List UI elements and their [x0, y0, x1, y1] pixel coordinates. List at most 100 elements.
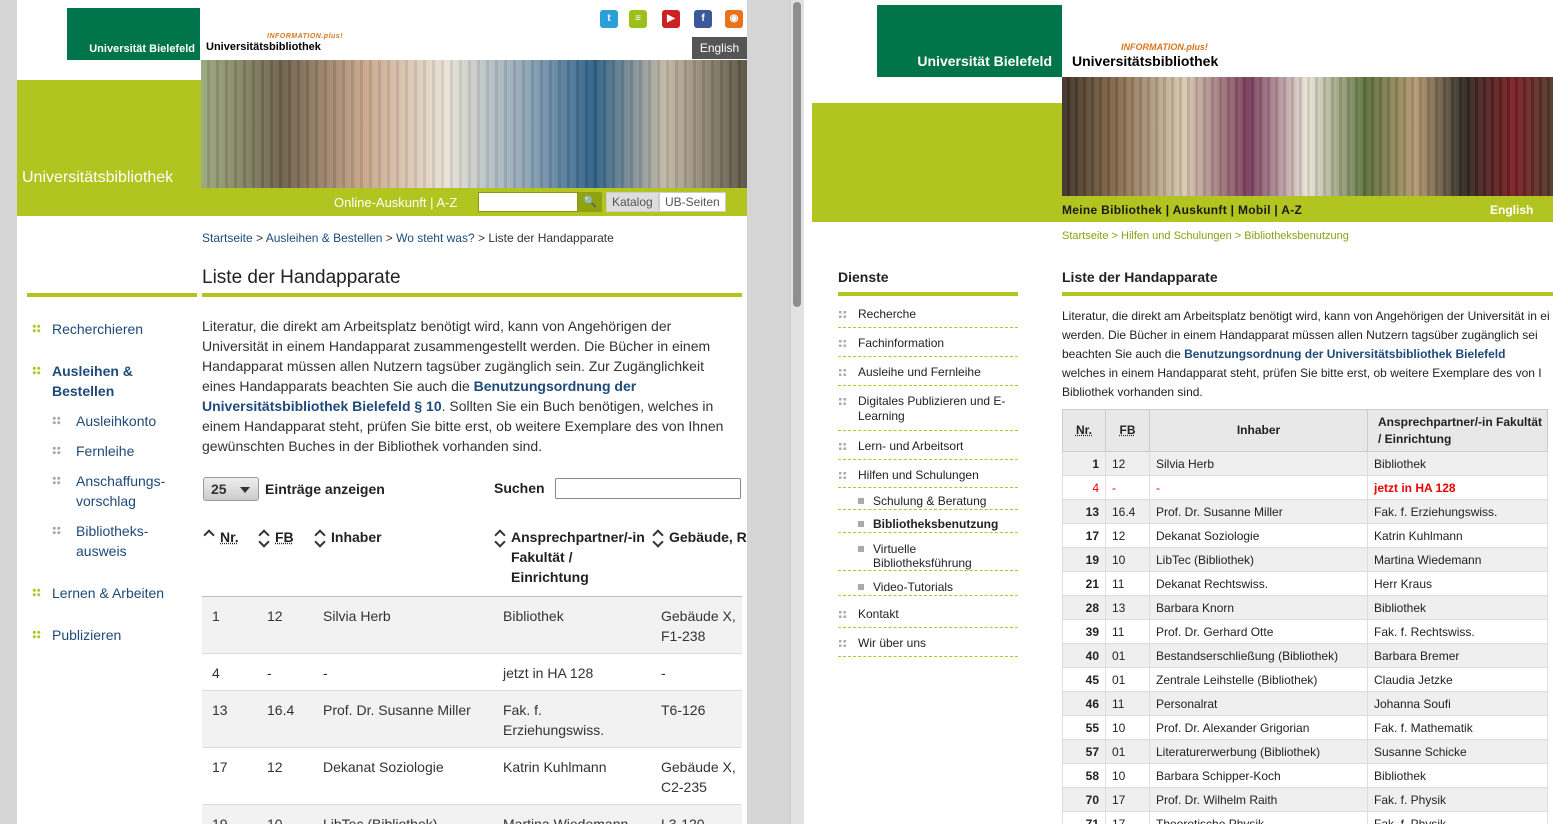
sidebar-subitem[interactable]: Schulung & Beratung	[838, 494, 1018, 510]
sidebar-item[interactable]: Bibliotheks-ausweis	[76, 521, 186, 561]
cell-nr: 19	[1062, 547, 1106, 572]
sidebar-item[interactable]: Lern- und Arbeitsort	[838, 439, 1018, 460]
col-header-contact[interactable]: Ansprechpartner/-in Fakultät / Einrichtu…	[1367, 409, 1548, 452]
youtube-icon[interactable]: ▶	[662, 10, 680, 28]
sidebar-item[interactable]: Publizieren	[52, 625, 192, 645]
bullet-icon	[52, 476, 61, 485]
table-row: 40 01 Bestandserschließung (Bibliothek) Bar…	[1062, 643, 1548, 668]
cell-raum: -	[661, 665, 666, 681]
scrollbar-thumb[interactable]	[793, 2, 801, 307]
table-row: 58 10 Barbara Schipper-Koch Bibliothek	[1062, 763, 1548, 788]
sidebar-item[interactable]: Recherche	[838, 307, 1018, 328]
cell-contact: Martina Wiedemann	[503, 816, 629, 824]
cell-contact: Martina Wiedemann	[1367, 547, 1548, 572]
sidebar-item[interactable]: Recherchieren	[52, 319, 192, 339]
sort-asc-icon[interactable]	[204, 530, 214, 548]
bullet-icon	[52, 526, 61, 535]
cell-fb: 11	[1105, 571, 1150, 596]
cell-fb: 01	[1105, 739, 1150, 764]
cell-raum: T6-126	[661, 702, 706, 718]
english-language-button[interactable]: English	[692, 37, 747, 59]
toggle-katalog[interactable]: Katalog	[606, 192, 659, 212]
sidebar-item[interactable]: Anschaffungs-vorschlag	[76, 471, 186, 511]
sidebar-subitem[interactable]: Virtuelle Bibliotheksführung	[838, 542, 1018, 571]
col-header-nr[interactable]: Nr.	[1062, 409, 1106, 452]
sidebar-item[interactable]: Lernen & Arbeiten	[52, 583, 192, 603]
table-search-label: Suchen	[494, 480, 545, 496]
sidebar-item[interactable]: Digitales Publizieren und E-Learning	[838, 394, 1018, 431]
library-name: Universitätsbibliothek	[206, 41, 321, 53]
cell-inhaber: Prof. Dr. Wilhelm Raith	[1149, 787, 1368, 812]
col-header-fb[interactable]: FB	[275, 527, 294, 547]
breadcrumb[interactable]: Startseite > Hilfen und Schulungen > Bib…	[1062, 230, 1349, 242]
toggle-ub-seiten[interactable]: UB-Seiten	[659, 192, 726, 212]
logo-text: Universität Bielefeld	[917, 53, 1052, 69]
newspaper-icon[interactable]: ≡	[629, 10, 647, 28]
rss-icon[interactable]: ◉	[725, 10, 743, 28]
breadcrumb-link[interactable]: Ausleihen & Bestellen	[266, 231, 383, 245]
table-row: 17 12 Dekanat Soziologie Katrin Kuhlmann	[1062, 523, 1548, 548]
col-header-raum[interactable]: Gebäude, Raum	[669, 527, 747, 547]
table-row: 1 12 Silvia Herb Bibliothek Gebäude X, F1-23…	[202, 597, 742, 654]
sidebar-subitem[interactable]: Video-Tutorials	[838, 580, 1018, 596]
cell-contact: Fak. f. Erziehungswiss.	[1367, 499, 1548, 524]
sidebar-item[interactable]: Fernleihe	[76, 441, 186, 461]
cell-fb: -	[267, 665, 272, 681]
bullet-icon	[52, 416, 61, 425]
cell-fb: 01	[1105, 667, 1150, 692]
sidebar-item[interactable]: Hilfen und Schulungen	[838, 468, 1018, 488]
cell-inhaber: -	[1149, 475, 1368, 500]
sidebar-item[interactable]: Fachinformation	[838, 336, 1018, 357]
site-search-input[interactable]	[478, 192, 578, 212]
cell-inhaber: Dekanat Rechtswiss.	[1149, 571, 1368, 596]
col-header-inhaber[interactable]: Inhaber	[331, 527, 382, 547]
cell-nr: 46	[1062, 691, 1106, 716]
cell-inhaber: Prof. Dr. Susanne Miller	[323, 702, 471, 718]
col-header-inhaber[interactable]: Inhaber	[1149, 409, 1368, 452]
table-row: 55 10 Prof. Dr. Alexander Grigorian Fak. f.…	[1062, 715, 1548, 740]
online-auskunft-link[interactable]: Online-Auskunft | A-Z	[334, 195, 457, 210]
info-plus-tagline: INFORMATION.plus!	[1121, 42, 1208, 52]
sidebar-item[interactable]: Kontakt	[838, 607, 1018, 628]
sort-both-icon[interactable]	[495, 530, 505, 548]
cell-fb: 10	[1105, 763, 1150, 788]
col-header-fb[interactable]: FB	[1105, 409, 1150, 452]
page-length-select[interactable]: 25	[203, 477, 259, 501]
university-logo[interactable]: Universität Bielefeld	[877, 5, 1062, 77]
sidebar-item[interactable]: Wir über uns	[838, 636, 1018, 657]
sidebar-item[interactable]: Ausleihkonto	[76, 411, 186, 431]
cell-contact: Bibliothek	[1367, 451, 1548, 476]
sort-both-icon[interactable]	[259, 530, 269, 548]
sort-both-icon[interactable]	[653, 530, 663, 548]
intro-line: welches in einem Handapparat steht, prüf…	[1062, 366, 1542, 380]
sort-both-icon[interactable]	[315, 530, 325, 548]
intro-line: Literatur, die direkt am Arbeitsplatz be…	[1062, 309, 1550, 323]
cell-contact: Bibliothek	[503, 608, 564, 624]
cell-inhaber: Prof. Dr. Gerhard Otte	[1149, 619, 1368, 644]
breadcrumb-link[interactable]: Wo steht was?	[396, 231, 474, 245]
sidebar-item[interactable]: Ausleihen & Bestellen	[52, 361, 192, 401]
facebook-icon[interactable]: f	[694, 10, 712, 28]
search-icon[interactable]: 🔍	[578, 192, 602, 212]
benutzungsordnung-link[interactable]: Benutzungsordnung der Universitätsbiblio…	[1184, 347, 1505, 361]
cell-raum: Gebäude X, F1-238	[661, 608, 736, 644]
breadcrumb-link[interactable]: Startseite	[202, 231, 253, 245]
cell-fb: 10	[267, 816, 283, 824]
col-header-nr[interactable]: Nr.	[220, 527, 239, 547]
twitter-icon[interactable]: t	[600, 10, 618, 28]
bullet-icon	[52, 446, 61, 455]
sidebar-item[interactable]: Ausleihe und Fernleihe	[838, 365, 1018, 386]
university-logo[interactable]: Universität Bielefeld	[67, 8, 200, 60]
table-row: 46 11 Personalrat Johanna Soufi	[1062, 691, 1548, 716]
english-language-link[interactable]: English	[1490, 203, 1533, 217]
sidebar-subitem[interactable]: Bibliotheksbenutzung	[838, 517, 1018, 533]
cell-inhaber: Prof. Dr. Alexander Grigorian	[1149, 715, 1368, 740]
top-menu[interactable]: Meine Bibliothek | Auskunft | Mobil | A-…	[1062, 203, 1302, 217]
col-header-label: FB	[275, 529, 294, 545]
cell-contact: Katrin Kuhlmann	[503, 759, 607, 775]
col-header-contact[interactable]: Ansprechpartner/-in Fakultät / Einrichtu…	[511, 527, 651, 587]
table-row: 19 10 LibTec (Bibliothek) Martina Wiedemann…	[202, 805, 742, 824]
table-row: 39 11 Prof. Dr. Gerhard Otte Fak. f. Rechts…	[1062, 619, 1548, 644]
cell-contact: Fak. f. Physik	[1367, 787, 1548, 812]
table-search-input[interactable]	[555, 478, 741, 499]
